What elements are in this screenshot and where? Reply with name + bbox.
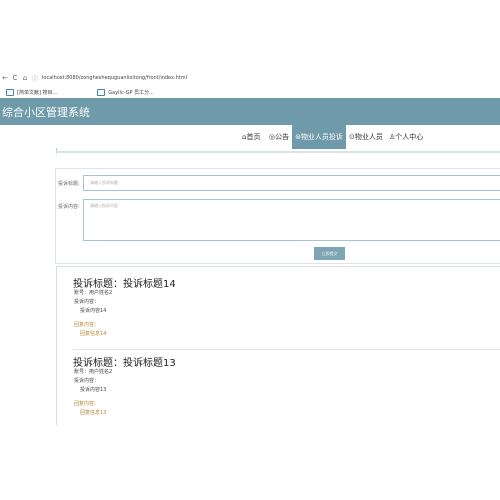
browser-toolbar: ← C ⌂ ⓘ localhost:8080/zongheshequguanli… [0, 70, 500, 86]
nav-item-staff[interactable]: ⊙物业人员 [349, 125, 383, 149]
complaint-content: 投诉内容13 [80, 387, 107, 393]
info-icon[interactable]: ⓘ [30, 74, 40, 83]
complaint-title[interactable]: 投诉标题：投诉标题14 [73, 275, 176, 290]
bookmark-icon [6, 88, 14, 96]
bookmark-item[interactable]: Gayllc-GP 员工分... [97, 88, 154, 96]
complaint-title[interactable]: 投诉标题：投诉标题13 [73, 354, 176, 369]
complaint-account: 账号：用户姓名2 [74, 290, 113, 296]
address-bar[interactable]: localhost:8080/zongheshequguanlixitong/f… [42, 75, 187, 81]
reply-content: 回复信息13 [80, 410, 107, 416]
title-label: 投诉标题: [58, 181, 80, 187]
complaint-content-label: 投诉内容： [74, 299, 100, 305]
section-divider [56, 151, 500, 153]
content-placeholder: 请输入投诉内容 [90, 203, 118, 208]
content-textarea[interactable]: 请输入投诉内容 [83, 199, 500, 241]
nav-label: 公告 [275, 133, 290, 141]
complaint-content-label: 投诉内容： [74, 378, 100, 384]
complaint-account: 账号：用户姓名2 [74, 369, 113, 375]
reply-label: 回复内容： [74, 401, 100, 407]
site-title: 综合小区管理系统 [2, 106, 90, 119]
nav-label: 物业人员投诉 [300, 133, 343, 141]
title-placeholder: 请输入投诉标题 [90, 180, 118, 185]
submit-button[interactable]: 立即提交 [314, 247, 345, 260]
blank-top-area [0, 0, 500, 68]
nav-label: 首页 [246, 133, 261, 141]
back-icon[interactable]: ← [0, 74, 10, 82]
nav-item-home[interactable]: ⌂首页 [242, 125, 260, 149]
site-header: 综合小区管理系统 [0, 98, 500, 125]
bookmark-icon [97, 88, 106, 96]
complaint-list: 投诉标题：投诉标题14 账号：用户姓名2 投诉内容： 投诉内容14 回复内容： … [56, 266, 500, 425]
reply-label: 回复内容： [74, 322, 100, 328]
bookmark-label: Gayllc-GP 员工分... [108, 89, 154, 96]
home-icon[interactable]: ⌂ [20, 74, 30, 82]
nav-item-complaints[interactable]: ⊜物业人员投诉 [292, 125, 346, 149]
complaint-content: 投诉内容14 [80, 308, 107, 314]
complaint-form: 投诉标题: 请输入投诉标题 投诉内容: 请输入投诉内容 立即提交 [55, 168, 500, 264]
item-divider [73, 349, 500, 350]
bookmark-label: [简单文献] 搜目... [17, 89, 58, 96]
refresh-icon[interactable]: C [10, 74, 20, 82]
title-input[interactable]: 请输入投诉标题 [83, 175, 500, 191]
content-label: 投诉内容: [58, 204, 80, 210]
nav-item-notice[interactable]: ◎公告 [269, 125, 289, 149]
bookmark-item[interactable]: [简单文献] 搜目... [6, 88, 58, 96]
nav-item-profile[interactable]: ♙个人中心 [389, 125, 423, 149]
bookmarks-bar: [简单文献] 搜目... Gayllc-GP 员工分... [0, 86, 500, 98]
reply-content: 回复信息14 [80, 331, 107, 337]
nav-label: 物业人员 [354, 133, 383, 141]
main-nav: ⌂首页 ◎公告 ⊜物业人员投诉 ⊙物业人员 ♙个人中心 [0, 125, 500, 149]
nav-label: 个人中心 [395, 133, 424, 141]
